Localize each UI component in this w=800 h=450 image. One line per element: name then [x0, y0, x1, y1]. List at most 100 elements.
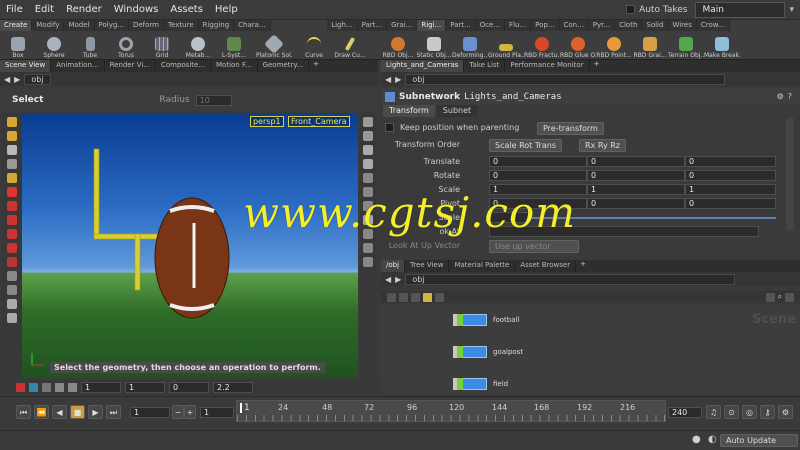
select-arrow-icon[interactable]	[7, 117, 17, 127]
shelf-tab-create[interactable]: Create	[0, 20, 33, 31]
pivot-z[interactable]: 0	[685, 198, 776, 209]
shelf-tab-ocean[interactable]: Oce...	[475, 20, 506, 31]
auto-update-menu[interactable]: Auto Update	[720, 434, 798, 447]
param-forward-icon[interactable]: ▶	[395, 75, 401, 84]
shelf-tab-rigging[interactable]: Rigging	[198, 20, 235, 31]
shading-icon[interactable]	[363, 145, 373, 155]
menu-edit[interactable]: Edit	[29, 4, 60, 15]
shelf-tab-particles[interactable]: Part...	[357, 20, 388, 31]
normals-icon[interactable]	[363, 173, 373, 183]
path-obj[interactable]: obj	[24, 73, 51, 85]
shelf-tab-polygon[interactable]: Polyg...	[94, 20, 129, 31]
end-frame-field[interactable]: 240	[668, 407, 702, 418]
auto-takes-checkbox[interactable]	[626, 5, 636, 14]
tool-curve[interactable]: Curve	[296, 31, 332, 60]
lookat-up-menu[interactable]: Use up vector	[489, 240, 579, 253]
layout-nodes-icon[interactable]	[765, 292, 775, 302]
timeline-ruler[interactable]: 1 24 48 72 96 120 144 168 192 216	[236, 400, 666, 422]
tool-lsystem[interactable]: L-Syst...	[216, 31, 252, 60]
param-back-icon[interactable]: ◀	[385, 75, 391, 84]
tool-rbd-fracture[interactable]: RBD Fractu...	[524, 31, 560, 60]
tab-transform[interactable]: Transform	[383, 105, 435, 117]
rotation-order-menu[interactable]: Rx Ry Rz	[579, 139, 626, 152]
color-swatch-icon[interactable]	[16, 383, 25, 392]
transform-order-menu[interactable]: Scale Rot Trans	[489, 139, 562, 152]
keyframes-button[interactable]: ⊙	[724, 405, 739, 419]
chat-icon[interactable]: ●	[692, 434, 701, 445]
tab-scene-view[interactable]: Scene View	[0, 60, 52, 72]
list-icon[interactable]	[387, 292, 396, 302]
tab-obj-network[interactable]: /obj	[381, 260, 406, 272]
shelf-tab-crowds[interactable]: Crow...	[696, 20, 730, 31]
shelf-tab-particle-fluids[interactable]: Part...	[446, 20, 476, 31]
tool-deforming[interactable]: Deforming...	[452, 31, 488, 60]
points-icon[interactable]	[7, 215, 17, 225]
key-button[interactable]: ⚷	[760, 405, 775, 419]
menu-windows[interactable]: Windows	[108, 4, 165, 15]
auto-takes-toggle[interactable]: Auto Takes	[618, 5, 695, 15]
tool-metaball[interactable]: Metab...	[180, 31, 216, 60]
back-icon[interactable]: ◀	[4, 75, 10, 84]
tab-animation-editor[interactable]: Animation...	[51, 60, 105, 72]
tool-sphere[interactable]: Sphere	[36, 31, 72, 60]
camera-view-icon[interactable]	[7, 285, 17, 295]
shelf-tab-wires[interactable]: Wires	[668, 20, 697, 31]
menu-render[interactable]: Render	[60, 4, 108, 15]
forward-icon[interactable]: ▶	[14, 75, 20, 84]
tool-platonic[interactable]: Platonic Sol...	[252, 31, 296, 60]
tool-terrain-object[interactable]: Terrain Obj...	[668, 31, 704, 60]
frame-plus-button[interactable]: +	[184, 405, 196, 419]
shelf-tab-characters[interactable]: Chara...	[234, 20, 271, 31]
stop-button[interactable]: ■	[70, 405, 85, 419]
tab-composite-view[interactable]: Composite...	[156, 60, 212, 72]
tab-performance-monitor[interactable]: Performance Monitor	[505, 60, 590, 72]
step-back-button[interactable]: ⏪	[34, 405, 49, 419]
translate-z[interactable]: 0	[685, 156, 776, 167]
tab-tree-view[interactable]: Tree View	[405, 260, 450, 272]
selection-mode-icon[interactable]	[7, 173, 17, 183]
tool-grid[interactable]: Grid	[144, 31, 180, 60]
pose-icon[interactable]	[7, 131, 17, 141]
grid-view-icon[interactable]	[55, 383, 64, 392]
play-reverse-button[interactable]: ◀	[52, 405, 67, 419]
add-param-tab-icon[interactable]: +	[590, 60, 604, 72]
tab-render-view[interactable]: Render Vi...	[105, 60, 156, 72]
primitives-icon[interactable]	[7, 243, 17, 253]
scene-viewport[interactable]: persp1 Front_Camera Select the geometry,…	[22, 113, 358, 378]
menu-assets[interactable]: Assets	[164, 4, 209, 15]
net-back-icon[interactable]: ◀	[385, 275, 391, 284]
tool-rbd-objects[interactable]: RBD Obj...	[380, 31, 416, 60]
viewport-field-3[interactable]: 0	[169, 382, 209, 393]
rotate-x[interactable]: 0	[489, 170, 587, 181]
rotate-y[interactable]: 0	[587, 170, 685, 181]
playback-options-button[interactable]: ⚙	[778, 405, 793, 419]
shelf-tab-rigid[interactable]: Rigi...	[417, 20, 447, 31]
layout-icon[interactable]	[68, 383, 77, 392]
tab-take-list[interactable]: Take List	[464, 60, 506, 72]
net-forward-icon[interactable]: ▶	[395, 275, 401, 284]
tab-lights-and-cameras[interactable]: Lights_and_Cameras	[381, 60, 465, 72]
param-path-obj[interactable]: obj	[405, 73, 726, 85]
scale-z[interactable]: 1	[685, 184, 776, 195]
tool-tube[interactable]: Tube	[72, 31, 108, 60]
image-icon[interactable]	[411, 292, 420, 302]
tab-motion-fx[interactable]: Motion F...	[211, 60, 258, 72]
ghost-icon[interactable]	[363, 131, 373, 141]
color-swatch-3-icon[interactable]	[42, 383, 51, 392]
magnet-icon[interactable]	[7, 257, 17, 267]
tool-static-object[interactable]: Static Obj...	[416, 31, 452, 60]
add-tab-icon[interactable]: +	[309, 60, 323, 72]
net-options-icon[interactable]	[785, 292, 794, 302]
audio-button[interactable]: ♫	[706, 405, 721, 419]
help-icon[interactable]: ?	[788, 92, 792, 101]
menu-file[interactable]: File	[0, 4, 29, 15]
wire-icon[interactable]	[363, 159, 373, 169]
shelf-tab-populate[interactable]: Pop...	[531, 20, 560, 31]
viewport-field-4[interactable]: 2.2	[213, 382, 253, 393]
gear-icon[interactable]: ⚙	[777, 92, 784, 101]
current-frame-field[interactable]: 1	[130, 407, 170, 418]
tool-torus[interactable]: Torus	[108, 31, 144, 60]
menu-help[interactable]: Help	[209, 4, 244, 15]
object-mode-icon[interactable]	[7, 187, 17, 197]
shelf-tab-lights[interactable]: Ligh...	[327, 20, 358, 31]
